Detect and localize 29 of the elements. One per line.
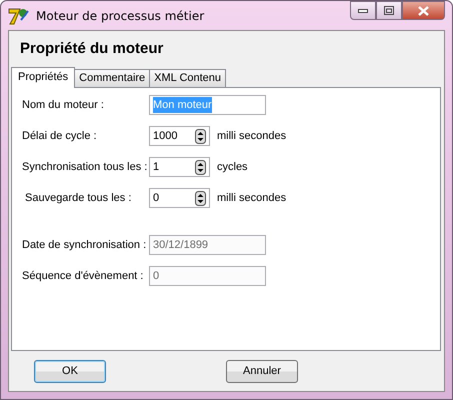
close-icon xyxy=(418,6,429,16)
spinner-icon[interactable] xyxy=(195,160,206,174)
maximize-icon xyxy=(384,6,394,15)
tab[interactable]: Propriétés xyxy=(11,67,76,88)
minimize-button[interactable] xyxy=(350,1,376,20)
field-label: Délai de cycle : xyxy=(22,128,98,144)
unit-label: milli secondes xyxy=(217,190,286,206)
field-label: Sauvegarde tous les : xyxy=(25,190,132,206)
spinner-icon[interactable] xyxy=(195,190,206,206)
maximize-button[interactable] xyxy=(376,1,402,20)
field-label: Nom du moteur : xyxy=(22,98,105,113)
dialog-heading: Propriété du moteur xyxy=(20,38,164,59)
spin-field[interactable]: 1 xyxy=(149,157,210,177)
app-icon xyxy=(8,6,30,26)
tab[interactable]: Commentaire xyxy=(74,69,150,87)
dialog-button[interactable]: OK xyxy=(34,360,106,382)
spin-field[interactable]: 1000 xyxy=(149,126,210,146)
spinner-icon[interactable] xyxy=(195,128,206,144)
unit-label: milli secondes xyxy=(217,128,286,144)
field-label: Séquence d'évènement : xyxy=(22,268,144,284)
dialog-button[interactable]: Annuler xyxy=(226,360,298,382)
close-button[interactable] xyxy=(402,1,445,20)
spin-field[interactable]: 0 xyxy=(149,188,210,208)
minimize-icon xyxy=(358,8,368,12)
unit-label: cycles xyxy=(217,160,248,175)
window-title: Moteur de processus métier xyxy=(36,8,204,24)
tab[interactable]: XML Contenu xyxy=(149,69,226,87)
field-label: Date de synchronisation : xyxy=(22,238,148,253)
field-label: Synchronisation tous les : xyxy=(22,160,148,175)
